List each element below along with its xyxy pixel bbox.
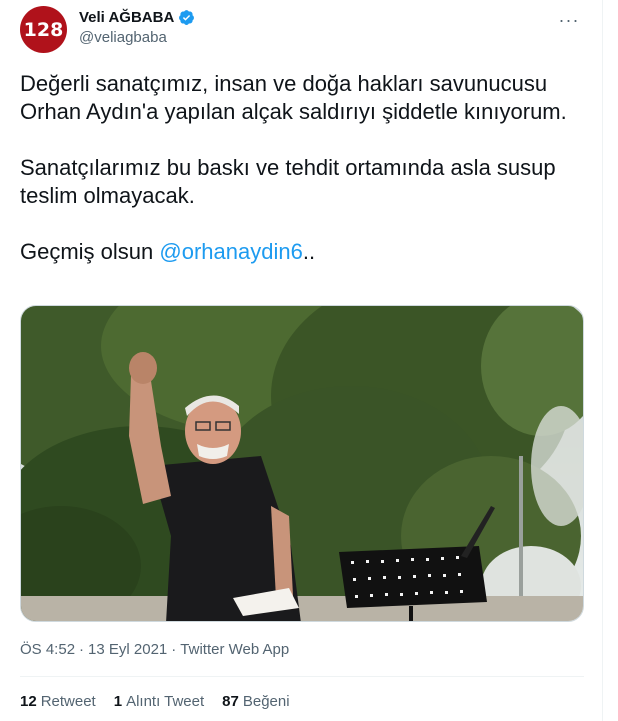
author-info: Veli AĞBABA @veliagbaba (79, 9, 195, 46)
likes-label: Beğeni (242, 693, 290, 710)
quotes-label: Alıntı Tweet (126, 693, 205, 710)
tweet-date[interactable]: 13 Eyl 2021 (88, 641, 167, 658)
mention-link[interactable]: @orhanaydin6 (159, 239, 302, 264)
tweet-stats: 12 Retweet 1 Alıntı Tweet 87 Beğeni (20, 693, 290, 710)
tweet-paragraph-1: Değerli sanatçımız, insan ve doğa haklar… (20, 71, 567, 124)
display-name[interactable]: Veli AĞBABA (79, 9, 174, 26)
verified-badge-icon (178, 9, 195, 26)
photo-image (21, 306, 583, 621)
tweet-text: Değerli sanatçımız, insan ve doğa haklar… (20, 70, 590, 266)
likes-count: 87 (222, 693, 239, 710)
tweet-text-suffix: .. (302, 239, 316, 264)
quote-tweets-stat[interactable]: 1 Alıntı Tweet (114, 693, 204, 710)
retweets-stat[interactable]: 12 Retweet (20, 693, 96, 710)
tweet-header: 128 Veli AĞBABA @veliagbaba ··· (20, 6, 584, 56)
retweets-count: 12 (20, 693, 37, 710)
tweet-photo[interactable] (20, 305, 584, 622)
quotes-count: 1 (113, 693, 123, 710)
divider (20, 676, 584, 677)
tweet-text-prefix: Geçmiş olsun (20, 239, 160, 264)
tweet-paragraph-2: Sanatçılarımız bu baskı ve tehdit ortamı… (20, 155, 556, 208)
avatar-text: 128 (23, 18, 64, 41)
tweet-source[interactable]: Twitter Web App (180, 641, 289, 658)
meta-separator: · (79, 641, 85, 658)
name-row: Veli AĞBABA (79, 9, 195, 26)
likes-stat[interactable]: 87 Beğeni (222, 693, 289, 710)
tweet-card: 128 Veli AĞBABA @veliagbaba ··· Değerli … (0, 0, 603, 721)
avatar[interactable]: 128 (20, 6, 67, 53)
tweet-paragraph-3: Geçmiş olsun @orhanaydin6.. (20, 238, 590, 266)
tweet-metadata: ÖS 4:52 · 13 Eyl 2021 · Twitter Web App (20, 641, 289, 658)
tweet-time[interactable]: ÖS 4:52 (20, 641, 75, 658)
retweets-label: Retweet (40, 693, 96, 710)
meta-separator: · (171, 641, 177, 658)
user-handle[interactable]: @veliagbaba (79, 29, 195, 46)
more-options-icon[interactable]: ··· (554, 10, 584, 30)
